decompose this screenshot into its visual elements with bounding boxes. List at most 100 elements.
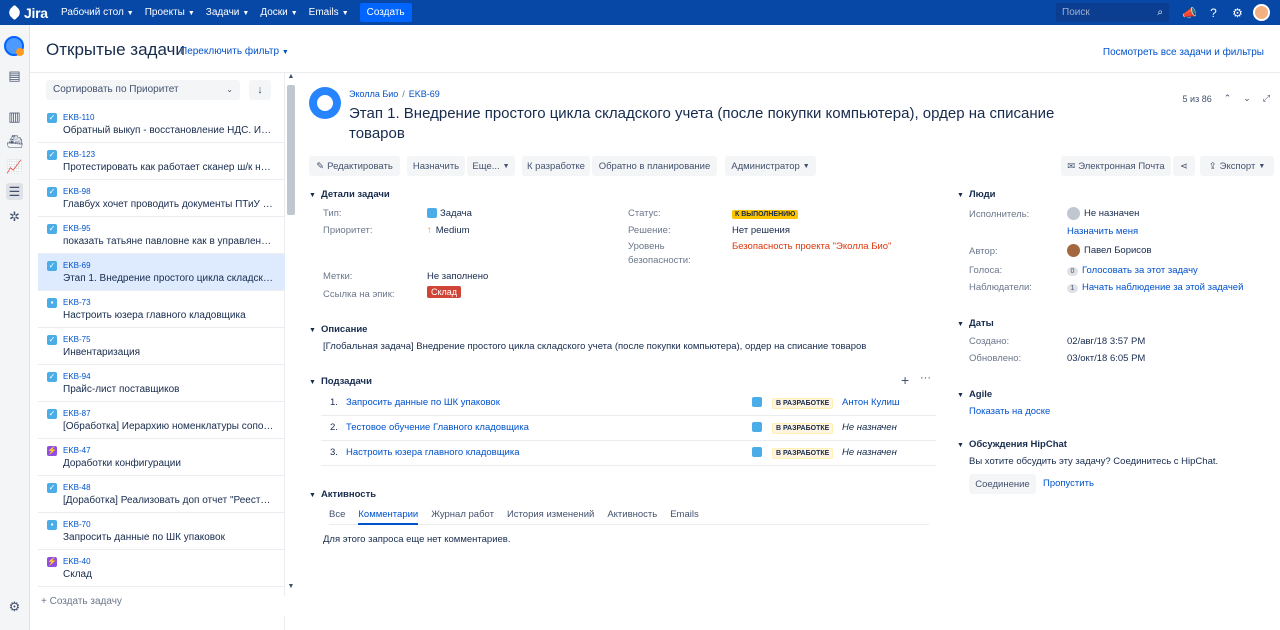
- show-on-board-link[interactable]: Показать на доске: [969, 406, 1050, 417]
- issue-list-item[interactable]: ⚡ EKB-47 Доработки конфигурации: [38, 439, 285, 476]
- gear-icon[interactable]: ⚙: [1229, 4, 1246, 21]
- help-icon[interactable]: ?: [1205, 4, 1222, 21]
- more-button[interactable]: Еще... ▼: [467, 156, 515, 176]
- collapse-icon[interactable]: ⤢: [1263, 93, 1270, 104]
- subtask-title[interactable]: Настроить юзера главного кладовщика: [346, 447, 520, 458]
- add-subtask-icon[interactable]: +: [901, 372, 909, 388]
- search-input[interactable]: Поиск ⌕: [1056, 3, 1169, 22]
- issue-summary: Склад: [63, 569, 92, 580]
- scroll-up-icon[interactable]: ▲: [286, 73, 296, 80]
- assignee-value[interactable]: Не назначен: [1067, 207, 1139, 220]
- project-avatar[interactable]: [4, 36, 24, 56]
- breadcrumb-project[interactable]: Эколла Био: [349, 89, 398, 99]
- nav-issues[interactable]: Задачи ▼: [206, 7, 250, 18]
- assign-button[interactable]: Назначить: [407, 156, 465, 176]
- issue-list-item[interactable]: ✓ EKB-69 Этап 1. Внедрение простого цикла …: [38, 254, 285, 291]
- dates-heading[interactable]: ▼ Даты: [957, 318, 994, 329]
- subtask-row[interactable]: 3. Настроить юзера главного кладовщика В Р…: [321, 441, 936, 466]
- author-value[interactable]: Павел Борисов: [1067, 244, 1152, 257]
- issue-title[interactable]: Этап 1. Внедрение простого цикла складск…: [349, 104, 1109, 144]
- nav-emails[interactable]: Emails ▼: [309, 7, 349, 18]
- share-button[interactable]: ⋖: [1173, 156, 1195, 176]
- issue-key: EKB-110: [63, 113, 95, 122]
- sort-bar: Сортировать по Приоритет ⌄ ↓: [38, 73, 284, 106]
- board-icon[interactable]: ▥: [6, 108, 23, 125]
- issue-list-scrollbar[interactable]: ▲ ▼: [286, 73, 296, 595]
- to-dev-button[interactable]: К разработке: [522, 156, 590, 176]
- issue-list-item[interactable]: ✓ EKB-110 Обратный выкуп - восстановление …: [38, 106, 285, 143]
- hipchat-connect-button[interactable]: Соединение: [969, 474, 1036, 494]
- breadcrumb-issue-key[interactable]: EKB-69: [409, 89, 440, 99]
- issue-list-item[interactable]: ▪ EKB-70 Запросить данные по ШК упаковок: [38, 513, 285, 550]
- tab-comments[interactable]: Комментарии: [358, 509, 419, 525]
- backlog-icon[interactable]: ▤: [6, 67, 23, 84]
- user-avatar[interactable]: [1253, 4, 1270, 21]
- subtask-number: 2.: [330, 422, 338, 433]
- project-avatar-large: [309, 87, 341, 119]
- reports-icon[interactable]: 📈: [6, 158, 23, 175]
- agile-heading[interactable]: ▼ Agile: [957, 389, 992, 400]
- issue-list-item[interactable]: ✓ EKB-48 [Доработка] Реализовать доп отчет…: [38, 476, 285, 513]
- tab-activity[interactable]: Активность: [607, 509, 657, 525]
- issue-key: EKB-123: [63, 150, 96, 159]
- nav-boards[interactable]: Доски ▼: [260, 7, 297, 18]
- export-button[interactable]: ⇪ Экспорт ▼: [1200, 156, 1274, 176]
- chevron-up-icon[interactable]: ⌃: [1224, 93, 1232, 104]
- chevron-down-icon: ▼: [126, 10, 134, 17]
- subtask-title[interactable]: Тестовое обучение Главного кладовщика: [346, 422, 529, 433]
- assign-to-me-link[interactable]: Назначить меня: [1067, 226, 1138, 237]
- sort-direction-button[interactable]: ↓: [249, 79, 271, 100]
- description-text[interactable]: [Глобальная задача] Внедрение простого ц…: [323, 341, 866, 352]
- create-button[interactable]: Создать: [359, 3, 412, 22]
- switch-filter-link[interactable]: Переключить фильтр ▼: [180, 46, 289, 57]
- issue-list-item[interactable]: ✓ EKB-75 Инвентаризация: [38, 328, 285, 365]
- jira-logo[interactable]: Jira: [6, 5, 51, 21]
- email-button[interactable]: ✉ Электронная Почта: [1061, 156, 1171, 176]
- gear-icon[interactable]: ⚙: [6, 598, 23, 615]
- subtasks-heading[interactable]: ▼ Подзадачи: [309, 376, 372, 387]
- people-heading[interactable]: ▼ Люди: [957, 189, 995, 200]
- watch-link[interactable]: 1 Начать наблюдение за этой задачей: [1067, 282, 1243, 293]
- tab-all[interactable]: Все: [329, 509, 345, 525]
- issue-list-item[interactable]: ✓ EKB-123 Протестировать как работает скан…: [38, 143, 285, 180]
- epic-link-value[interactable]: Склад: [427, 286, 462, 298]
- view-all-filters-link[interactable]: Посмотреть все задачи и фильтры: [1103, 47, 1264, 58]
- issue-list-item[interactable]: ▪ EKB-73 Настроить юзера главного кладовщи…: [38, 291, 285, 328]
- subtask-title[interactable]: Запросить данные по ШК упаковок: [346, 397, 500, 408]
- chevron-down-icon: ▼: [290, 10, 298, 17]
- issue-list-item[interactable]: ✓ EKB-95 показать татьяне павловне как в у…: [38, 217, 285, 254]
- megaphone-icon[interactable]: 📣: [1181, 4, 1198, 21]
- scroll-down-icon[interactable]: ▼: [286, 583, 296, 590]
- scroll-thumb[interactable]: [287, 85, 295, 215]
- hipchat-skip-link[interactable]: Пропустить: [1043, 478, 1094, 489]
- details-heading[interactable]: ▼ Детали задачи: [309, 189, 390, 200]
- sort-select[interactable]: Сортировать по Приоритет ⌄: [46, 79, 240, 100]
- issue-list-item[interactable]: ⚡ EKB-40 Склад: [38, 550, 285, 587]
- subtask-row[interactable]: 2. Тестовое обучение Главного кладовщика В…: [321, 416, 936, 441]
- vote-link[interactable]: 0 Голосовать за этот задачу: [1067, 265, 1198, 276]
- back-to-planning-button[interactable]: Обратно в планирование: [592, 156, 717, 176]
- create-task-link[interactable]: + Создать задачу: [38, 596, 285, 616]
- nav-dashboard[interactable]: Рабочий стол ▼: [61, 7, 134, 18]
- nav-projects[interactable]: Проекты ▼: [145, 7, 195, 18]
- components-icon[interactable]: ✲: [6, 208, 23, 225]
- more-icon[interactable]: ···: [920, 372, 931, 384]
- activity-heading[interactable]: ▼ Активность: [309, 489, 376, 500]
- issue-list-item[interactable]: ✓ EKB-98 Главбух хочет проводить документы…: [38, 180, 285, 217]
- issue-summary: [Обработка] Иерархию номенклатуры сопост…: [63, 421, 275, 432]
- issue-list-item[interactable]: ✓ EKB-87 [Обработка] Иерархию номенклатуры…: [38, 402, 285, 439]
- tab-history[interactable]: История изменений: [507, 509, 594, 525]
- issues-icon[interactable]: ☰: [6, 183, 23, 200]
- main-menu: Рабочий стол ▼ Проекты ▼ Задачи ▼ Доски ▼ Em…: [61, 3, 412, 22]
- tab-worklog[interactable]: Журнал работ: [431, 509, 494, 525]
- hipchat-heading[interactable]: ▼ Обсуждения HipChat: [957, 439, 1067, 450]
- issue-list-item[interactable]: ✓ EKB-94 Прайс-лист поставщиков: [38, 365, 285, 402]
- tab-emails[interactable]: Emails: [670, 509, 699, 525]
- admin-button[interactable]: Администратор ▼: [725, 156, 816, 176]
- releases-icon[interactable]: ⛴: [6, 133, 23, 150]
- chevron-down-icon[interactable]: ⌄: [1243, 93, 1251, 104]
- description-heading[interactable]: ▼ Описание: [309, 324, 367, 335]
- edit-button[interactable]: ✎ Редактировать: [309, 156, 400, 176]
- subtask-row[interactable]: 1. Запросить данные по ШК упаковок В РАЗРА…: [321, 391, 936, 416]
- labels-value[interactable]: Не заполнено: [427, 271, 488, 282]
